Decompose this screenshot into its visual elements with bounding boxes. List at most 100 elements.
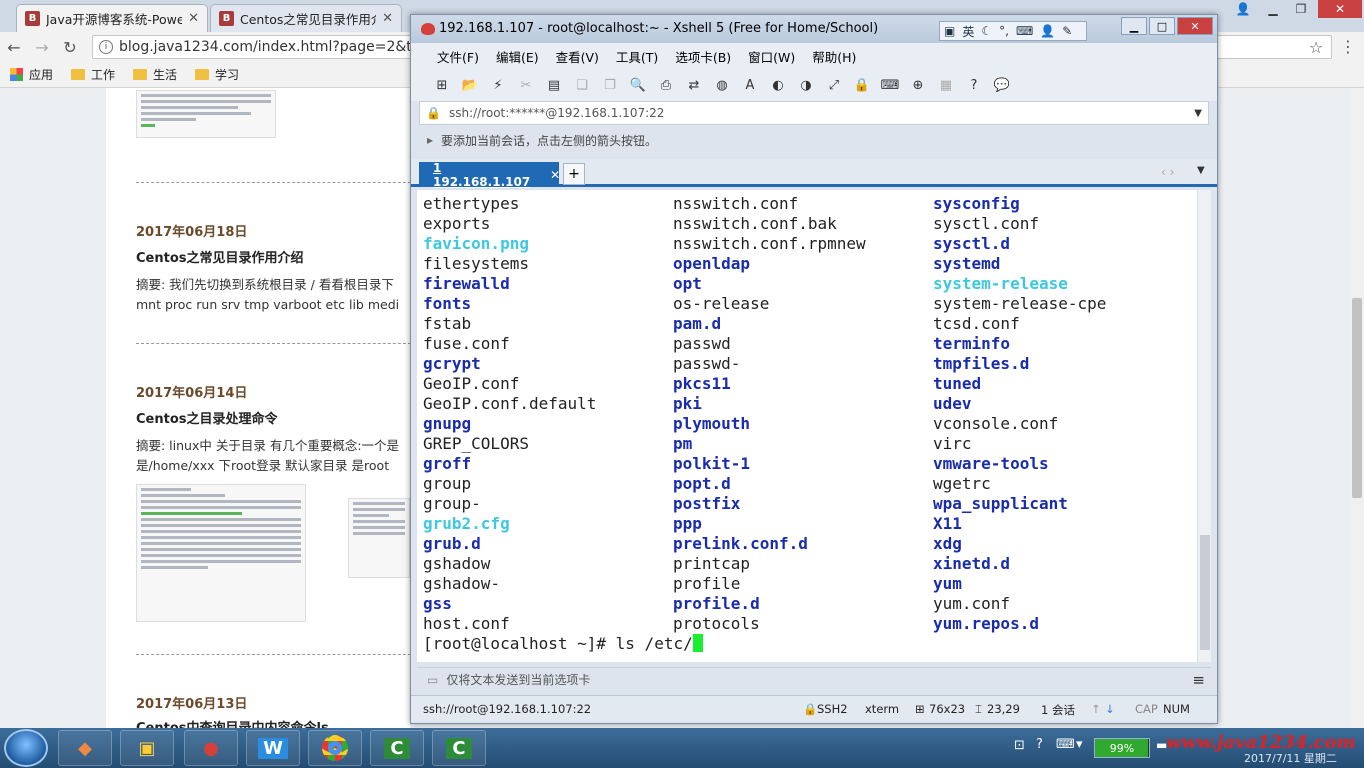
tray-help-icon[interactable]: ?	[1036, 737, 1043, 752]
info-icon[interactable]: i	[99, 40, 113, 54]
copy-icon[interactable]: ❏	[573, 76, 591, 94]
battery-indicator[interactable]: 99%	[1094, 738, 1150, 758]
open-folder-icon[interactable]: 📂	[461, 76, 479, 94]
menu-window[interactable]: 窗口(W)	[748, 47, 795, 66]
menu-tab[interactable]: 选项卡(B)	[675, 47, 731, 66]
taskbar-xshell-icon[interactable]: ●	[184, 730, 238, 766]
bookmark-study[interactable]: 学习	[195, 66, 239, 83]
taskbar-date[interactable]: 2017/7/11 星期二	[1244, 750, 1337, 766]
chevron-down-icon[interactable]: ▼	[1197, 165, 1205, 176]
menu-file[interactable]: 文件(F)	[437, 47, 479, 66]
browser-close-button[interactable]: ✕	[1318, 0, 1362, 18]
tray-keyboard-icon[interactable]: ⌨	[1056, 737, 1075, 752]
font-icon[interactable]: A	[741, 76, 759, 94]
script-icon[interactable]: ◑	[797, 76, 815, 94]
arrow-icon[interactable]: ▸	[427, 133, 433, 147]
post-title[interactable]: Centos之目录处理命令	[136, 408, 278, 427]
tray-expand-icon[interactable]: ▾	[1076, 737, 1083, 752]
find-icon[interactable]: 🔍	[629, 76, 647, 94]
transfer-icon[interactable]: ⇄	[685, 76, 703, 94]
close-tab-icon[interactable]: ✕	[550, 168, 560, 182]
bookmark-life[interactable]: 生活	[133, 66, 177, 83]
terminal-line: GREP_COLORS pm virc	[423, 434, 1183, 454]
reconnect-icon[interactable]: ⚡	[489, 76, 507, 94]
bookmark-apps[interactable]: 应用	[10, 66, 53, 83]
menu-tools[interactable]: 工具(T)	[616, 47, 658, 66]
browser-tab-centos[interactable]: B Centos之常见目录作用介 ✕	[210, 4, 402, 32]
taskbar-app-icon[interactable]: ◆	[58, 730, 112, 766]
print-icon[interactable]: ⎙	[657, 76, 675, 94]
terminal-entry: sysctl.d	[933, 234, 1011, 253]
taskbar-chrome-icon[interactable]	[308, 730, 362, 766]
bookmark-work[interactable]: 工作	[71, 66, 115, 83]
page-scrollbar[interactable]	[1350, 88, 1364, 728]
browser-minimize-button[interactable]: ▁	[1260, 0, 1286, 18]
taskbar-camtasia-recorder-icon[interactable]: C	[432, 730, 486, 766]
browser-profile-icon[interactable]: 👤	[1230, 0, 1256, 18]
xshell-address-bar[interactable]: 🔒 ssh://root:******@192.168.1.107:22 ▼	[419, 101, 1209, 125]
new-session-icon[interactable]: ⊞	[433, 76, 451, 94]
xshell-maximize-button[interactable]: □	[1149, 17, 1175, 35]
properties-icon[interactable]: ▤	[545, 76, 563, 94]
xshell-close-button[interactable]: ✕	[1177, 17, 1213, 35]
keyboard-icon[interactable]: ⌨	[881, 76, 900, 94]
menu-help[interactable]: 帮助(H)	[812, 47, 856, 66]
xshell-minimize-button[interactable]: ▁	[1121, 17, 1147, 35]
terminal-entry: wpa_supplicant	[933, 494, 1068, 513]
terminal-entry: groff	[423, 454, 472, 473]
forward-arrow-icon[interactable]: →	[28, 38, 56, 57]
start-button[interactable]	[4, 729, 48, 767]
tab-session-1[interactable]: 1 192.168.1.107 ✕	[419, 161, 560, 189]
terminal-output[interactable]: ethertypes nsswitch.conf sysconfig exports n…	[417, 190, 1197, 662]
ime-language[interactable]: 英	[962, 23, 974, 40]
lock-icon[interactable]: 🔒	[853, 76, 871, 94]
chat-icon[interactable]: 💬	[993, 76, 1011, 94]
terminal-entry: xdg	[933, 534, 962, 553]
bookmark-star-icon[interactable]: ☆	[1302, 38, 1330, 57]
compose-bar[interactable]: ▭ 仅将文本发送到当前选项卡 ≡	[417, 667, 1211, 691]
taskbar-camtasia-icon[interactable]: C	[370, 730, 424, 766]
close-tab-icon[interactable]: ✕	[382, 11, 393, 26]
disconnect-icon[interactable]: ✂	[517, 76, 535, 94]
tab-scroll-left-icon[interactable]: ‹ ›	[1161, 165, 1174, 179]
moon-icon[interactable]: ☾	[981, 24, 992, 38]
terminal-scrollbar[interactable]	[1197, 190, 1211, 662]
taskbar-wps-icon[interactable]: W	[246, 730, 300, 766]
download-arrow-icon: ↓	[1105, 702, 1115, 716]
user-icon[interactable]: 👤	[1040, 24, 1055, 38]
ime-toolbar[interactable]: ▣ 英 ☾ °, ⌨ 👤 ✎	[939, 21, 1087, 41]
terminal-line: favicon.png nsswitch.conf.rpmnew sysctl.d	[423, 234, 1183, 254]
chevron-down-icon[interactable]: ▼	[1194, 108, 1202, 119]
xshell-title-bar[interactable]: 192.168.1.107 - root@localhost:~ - Xshel…	[411, 15, 1217, 43]
layout-icon[interactable]: ▦	[937, 76, 955, 94]
post-title[interactable]: Centos之常见目录作用介绍	[136, 247, 304, 266]
browser-restore-button[interactable]: ❐	[1288, 0, 1314, 18]
reload-icon[interactable]: ↻	[56, 38, 84, 57]
new-tab-icon[interactable]: ⊕	[909, 76, 927, 94]
paste-icon[interactable]: ❐	[601, 76, 619, 94]
folder-icon	[71, 69, 86, 80]
add-tab-button[interactable]: +	[563, 163, 585, 185]
back-arrow-icon[interactable]: ←	[0, 38, 28, 57]
keyboard-icon[interactable]: ⌨	[1016, 24, 1033, 38]
close-tab-icon[interactable]: ✕	[188, 11, 199, 26]
browser-menu-icon[interactable]: ⋮	[1334, 37, 1362, 56]
tray-window-icon[interactable]: ⊡	[1014, 738, 1025, 753]
browser-tab-blog[interactable]: B Java开源博客系统-Power ✕	[16, 4, 208, 32]
globe-icon[interactable]: ◍	[713, 76, 731, 94]
blog-favicon-icon: B	[219, 11, 234, 26]
punctuation-icon[interactable]: °,	[999, 24, 1009, 38]
taskbar-explorer-icon[interactable]: ▣	[120, 730, 174, 766]
menu-edit[interactable]: 编辑(E)	[496, 47, 539, 66]
xftp-icon[interactable]: ◐	[769, 76, 787, 94]
wrench-icon[interactable]: ✎	[1062, 24, 1072, 38]
fullscreen-icon[interactable]: ⤢	[825, 76, 843, 94]
terminal-line: grub.d prelink.conf.d xdg	[423, 534, 1183, 554]
help-icon[interactable]: ?	[965, 76, 983, 94]
menu-view[interactable]: 查看(V)	[556, 47, 599, 66]
terminal-entry: sysctl.conf	[933, 214, 1039, 233]
post-title[interactable]: Centos中查询目录中内容命令ls	[136, 717, 329, 728]
menu-lines-icon[interactable]: ≡	[1192, 671, 1205, 689]
terminal-entry: terminfo	[933, 334, 1011, 353]
blog-post-list: 2017年06月18日 Centos之常见目录作用介绍 摘要: 我们先切换到系统…	[106, 88, 416, 728]
